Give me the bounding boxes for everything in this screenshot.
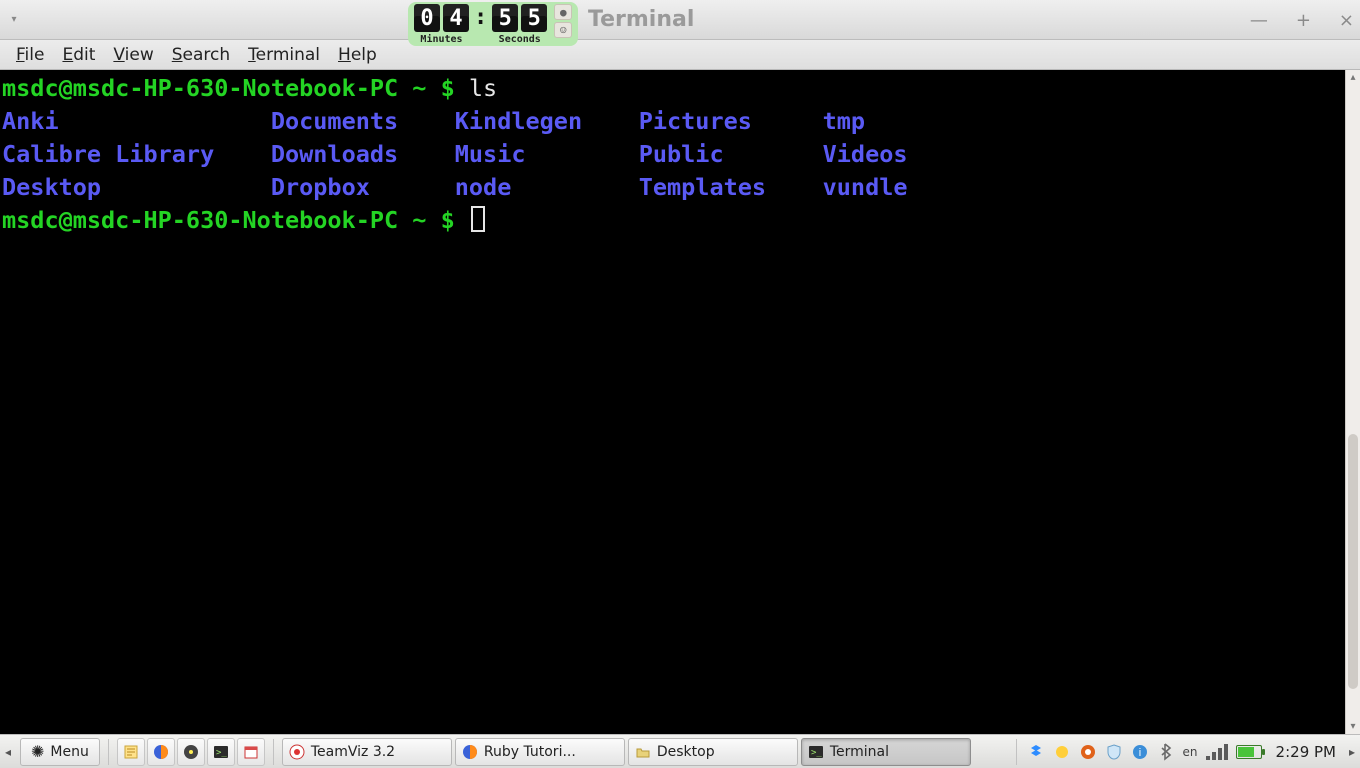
taskbar-separator bbox=[1016, 739, 1017, 765]
scroll-track[interactable] bbox=[1346, 83, 1360, 721]
timer-sec-ones: 5 bbox=[521, 4, 547, 32]
shield-tray-icon[interactable] bbox=[1105, 743, 1123, 761]
timer-minutes-label: Minutes bbox=[420, 34, 462, 45]
scroll-thumb[interactable] bbox=[1348, 434, 1358, 689]
quicklaunch-terminal-icon[interactable]: >_ bbox=[207, 738, 235, 766]
quicklaunch-tray: >_ bbox=[113, 738, 269, 766]
menu-edit[interactable]: Edit bbox=[54, 43, 103, 67]
task-terminal[interactable]: >_ Terminal bbox=[801, 738, 971, 766]
terminal[interactable]: msdc@msdc-HP-630-Notebook-PC ~ $ ls Anki… bbox=[0, 70, 1345, 734]
taskbar: ◂ ✺ Menu >_ TeamViz 3.2 Ruby Tutori... Des… bbox=[0, 734, 1360, 768]
minimize-button[interactable]: — bbox=[1250, 10, 1268, 31]
svg-text:>_: >_ bbox=[811, 748, 822, 758]
svg-text:i: i bbox=[1138, 747, 1140, 759]
terminal-icon: >_ bbox=[808, 744, 824, 760]
scroll-down-icon[interactable]: ▾ bbox=[1350, 721, 1355, 732]
teamviz-icon bbox=[289, 744, 305, 760]
task-label: Ruby Tutori... bbox=[484, 744, 576, 760]
timer-min-tens: 0 bbox=[414, 4, 440, 32]
window-menu-dropdown-icon[interactable]: ▾ bbox=[0, 14, 28, 25]
task-ruby-tutori-[interactable]: Ruby Tutori... bbox=[455, 738, 625, 766]
system-tray: i en bbox=[1021, 743, 1268, 761]
menubar: FileEditViewSearchTerminalHelp bbox=[0, 40, 1360, 70]
close-button[interactable]: × bbox=[1339, 10, 1354, 31]
timer-face-icon[interactable]: ☺ bbox=[554, 22, 572, 38]
taskbar-separator bbox=[108, 739, 109, 765]
taskbar-scroll-right-icon[interactable]: ▸ bbox=[1344, 745, 1360, 759]
update-tray-icon[interactable] bbox=[1079, 743, 1097, 761]
weather-tray-icon[interactable] bbox=[1053, 743, 1071, 761]
task-buttons: TeamViz 3.2 Ruby Tutori... Desktop >_ Termin… bbox=[278, 738, 975, 766]
network-signal-icon[interactable] bbox=[1206, 744, 1228, 760]
dropbox-tray-icon[interactable] bbox=[1027, 743, 1045, 761]
taskbar-separator bbox=[273, 739, 274, 765]
task-desktop[interactable]: Desktop bbox=[628, 738, 798, 766]
window-titlebar: ▾ 0 4 Minutes : 5 5 Seconds ● ☺ Terminal… bbox=[0, 0, 1360, 40]
task-teamviz-3-2[interactable]: TeamViz 3.2 bbox=[282, 738, 452, 766]
menu-search[interactable]: Search bbox=[164, 43, 238, 67]
quicklaunch-media-icon[interactable] bbox=[177, 738, 205, 766]
quicklaunch-notes-icon[interactable] bbox=[117, 738, 145, 766]
firefox-icon bbox=[462, 744, 478, 760]
task-label: Desktop bbox=[657, 744, 715, 760]
battery-icon[interactable] bbox=[1236, 745, 1262, 759]
menu-file[interactable]: File bbox=[8, 43, 52, 67]
task-label: Terminal bbox=[830, 744, 889, 760]
terminal-area: msdc@msdc-HP-630-Notebook-PC ~ $ ls Anki… bbox=[0, 70, 1360, 734]
window-title: Terminal bbox=[588, 7, 694, 32]
start-menu-button[interactable]: ✺ Menu bbox=[20, 738, 100, 766]
folder-icon bbox=[635, 744, 651, 760]
gear-icon: ✺ bbox=[31, 742, 44, 761]
info-tray-icon[interactable]: i bbox=[1131, 743, 1149, 761]
quicklaunch-calendar-icon[interactable] bbox=[237, 738, 265, 766]
timer-min-ones: 4 bbox=[443, 4, 469, 32]
taskbar-scroll-left-icon[interactable]: ◂ bbox=[0, 745, 16, 759]
timer-colon: : bbox=[472, 4, 489, 32]
start-menu-label: Menu bbox=[50, 744, 88, 760]
scroll-up-icon[interactable]: ▴ bbox=[1350, 72, 1355, 83]
terminal-scrollbar[interactable]: ▴ ▾ bbox=[1345, 70, 1360, 734]
timer-seconds-label: Seconds bbox=[499, 34, 541, 45]
menu-help[interactable]: Help bbox=[330, 43, 385, 67]
maximize-button[interactable]: + bbox=[1296, 10, 1311, 31]
timer-status-dot-icon[interactable]: ● bbox=[554, 4, 572, 20]
menu-view[interactable]: View bbox=[105, 43, 161, 67]
task-label: TeamViz 3.2 bbox=[311, 744, 395, 760]
quicklaunch-firefox-icon[interactable] bbox=[147, 738, 175, 766]
svg-text:>_: >_ bbox=[216, 748, 227, 758]
clock[interactable]: 2:29 PM bbox=[1268, 743, 1344, 761]
bluetooth-tray-icon[interactable] bbox=[1157, 743, 1175, 761]
menu-terminal[interactable]: Terminal bbox=[240, 43, 328, 67]
timer-sec-tens: 5 bbox=[492, 4, 518, 32]
keyboard-layout-indicator[interactable]: en bbox=[1183, 745, 1198, 759]
pomodoro-timer[interactable]: 0 4 Minutes : 5 5 Seconds ● ☺ bbox=[408, 2, 578, 46]
